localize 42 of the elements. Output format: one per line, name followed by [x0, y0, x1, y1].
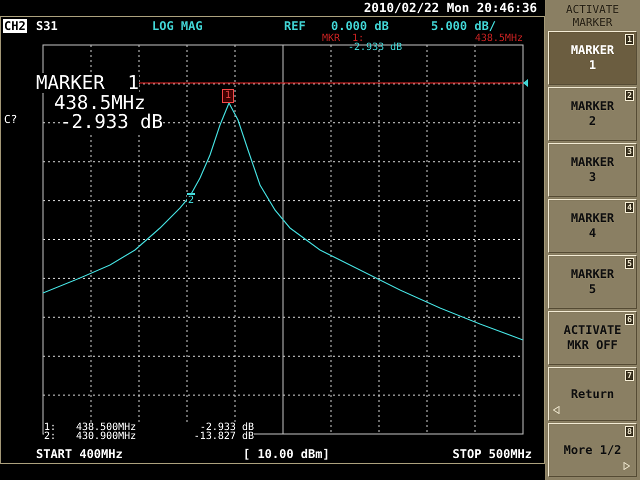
- source-power: [ 10.00 dBm]: [243, 447, 330, 461]
- key-number: 6: [625, 314, 634, 325]
- softkey[interactable]: MARKER 4 4: [548, 199, 637, 253]
- softkey[interactable]: ACTIVATE MKR OFF 6: [548, 311, 637, 365]
- key-number: 3: [625, 146, 634, 157]
- marker-readout-frequency: 438.5MHz: [474, 33, 523, 44]
- marker-frequency: 430.900MHz: [76, 432, 154, 441]
- right-triangle-icon: [623, 462, 630, 470]
- softkey[interactable]: MARKER 1 1: [548, 31, 637, 85]
- menu-title: ACTIVATE MARKER: [566, 2, 619, 31]
- left-triangle-icon: [553, 406, 560, 414]
- softkey[interactable]: More 1/2 8: [548, 423, 637, 477]
- marker-flag: 2: [187, 193, 196, 207]
- format-label: LOG MAG: [152, 19, 203, 33]
- status-text: C?: [4, 113, 18, 127]
- scale-value: 5.000 dB/: [431, 19, 496, 33]
- channel-label: CH2: [3, 19, 27, 33]
- key-number: 2: [625, 90, 634, 101]
- marker-value: -13.827 dB: [154, 432, 254, 441]
- softkey[interactable]: MARKER 2 2: [548, 87, 637, 141]
- date-time: 2010/02/22 Mon 20:46:36: [364, 1, 537, 15]
- marker-readout-value: -2.933 dB: [348, 42, 402, 53]
- start-frequency: START 400MHz: [36, 447, 123, 461]
- softkey[interactable]: MARKER 3 3: [548, 143, 637, 197]
- active-marker-frequency: 438.5MHz: [54, 93, 146, 113]
- softkey[interactable]: Return 7: [548, 367, 637, 421]
- ref-value: 0.000 dB: [331, 19, 389, 33]
- stop-frequency: STOP 500MHz: [452, 447, 532, 461]
- key-number: 8: [625, 426, 634, 437]
- ref-label: REF: [284, 19, 306, 33]
- reference-pointer-icon: [523, 79, 528, 87]
- active-marker-value: -2.933 dB: [60, 112, 163, 132]
- key-number: 7: [625, 370, 634, 381]
- parameter-label: S31: [36, 19, 58, 33]
- marker-flag: 1: [222, 89, 234, 103]
- marker-readout-label: MKR 1:: [322, 33, 364, 44]
- key-number: 1: [625, 34, 634, 45]
- softkey[interactable]: MARKER 5 5: [548, 255, 637, 309]
- key-number: 5: [625, 258, 634, 269]
- key-number: 4: [625, 202, 634, 213]
- marker-index: 2:: [44, 432, 76, 441]
- active-marker-title: MARKER 1: [36, 73, 139, 93]
